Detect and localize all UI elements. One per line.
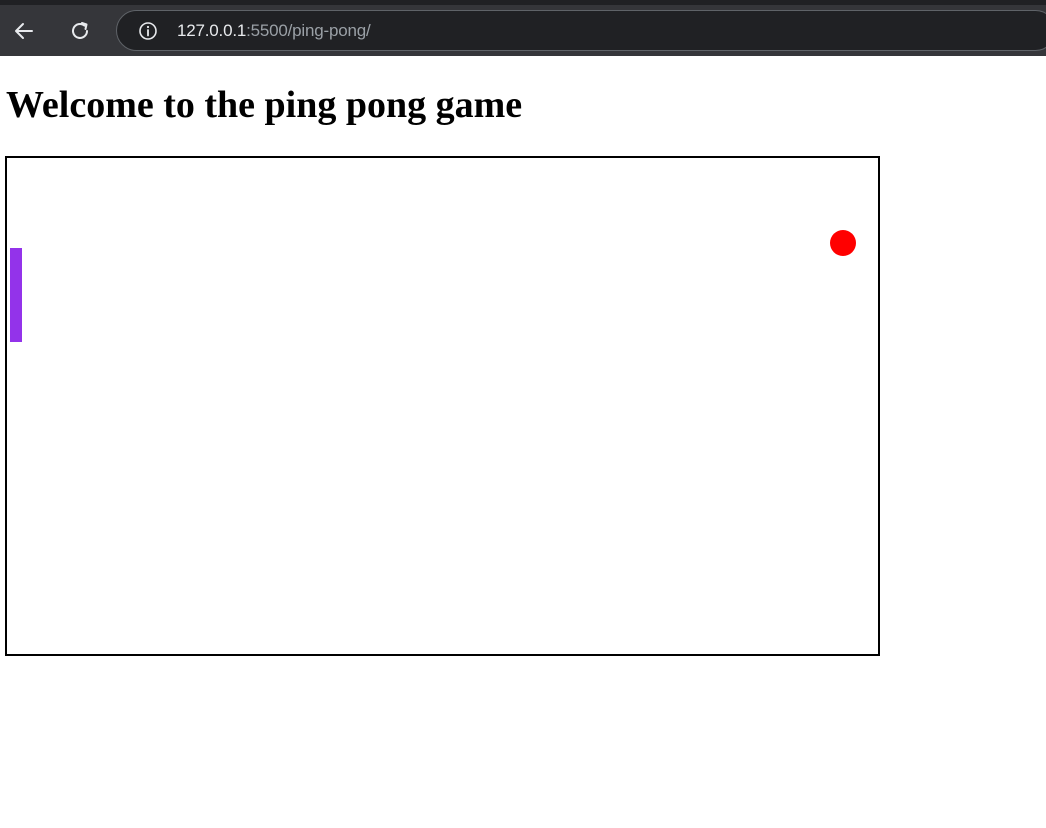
url-path: :5500/ping-pong/	[246, 20, 371, 40]
page-title: Welcome to the ping pong game	[6, 84, 523, 126]
game-board[interactable]	[5, 156, 880, 656]
arrow-left-icon	[15, 23, 33, 39]
ball	[830, 230, 856, 256]
info-icon[interactable]	[137, 20, 159, 42]
browser-toolbar: 127.0.0.1:5500/ping-pong/	[0, 0, 1046, 56]
url-host: 127.0.0.1	[177, 20, 247, 40]
player-paddle[interactable]	[10, 248, 22, 342]
reload-button[interactable]	[63, 14, 97, 48]
reload-icon	[72, 22, 88, 39]
address-bar[interactable]: 127.0.0.1:5500/ping-pong/	[116, 10, 1046, 51]
back-button[interactable]	[7, 14, 41, 48]
url-text[interactable]: 127.0.0.1:5500/ping-pong/	[177, 21, 371, 41]
